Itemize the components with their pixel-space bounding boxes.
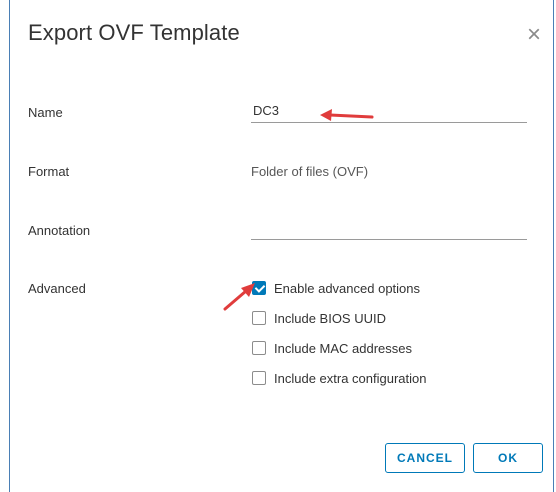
include-mac-addresses-row[interactable]: Include MAC addresses: [252, 339, 412, 357]
export-ovf-dialog: Export OVF Template × Name Format Folder…: [9, 0, 554, 492]
format-label: Format: [28, 164, 70, 179]
cancel-button[interactable]: CANCEL: [385, 443, 465, 473]
include-bios-uuid-label[interactable]: Include BIOS UUID: [274, 311, 386, 326]
advanced-label: Advanced: [28, 281, 86, 296]
dialog-title: Export OVF Template: [28, 20, 240, 45]
enable-advanced-options-checkbox[interactable]: [252, 281, 266, 295]
annotation-label: Annotation: [28, 223, 91, 238]
include-extra-configuration-checkbox[interactable]: [252, 371, 266, 385]
name-label: Name: [28, 105, 63, 120]
include-extra-configuration-row[interactable]: Include extra configuration: [252, 369, 426, 387]
include-mac-addresses-checkbox[interactable]: [252, 341, 266, 355]
annotation-input[interactable]: [251, 216, 527, 240]
close-icon[interactable]: ×: [523, 23, 545, 47]
format-value: Folder of files (OVF): [251, 164, 369, 179]
enable-advanced-options-row[interactable]: Enable advanced options: [252, 279, 420, 297]
include-mac-addresses-label[interactable]: Include MAC addresses: [274, 341, 412, 356]
include-extra-configuration-label[interactable]: Include extra configuration: [274, 371, 426, 386]
ok-button[interactable]: OK: [473, 443, 543, 473]
include-bios-uuid-row[interactable]: Include BIOS UUID: [252, 309, 386, 327]
enable-advanced-options-label[interactable]: Enable advanced options: [274, 281, 420, 296]
name-input[interactable]: [251, 99, 527, 123]
include-bios-uuid-checkbox[interactable]: [252, 311, 266, 325]
